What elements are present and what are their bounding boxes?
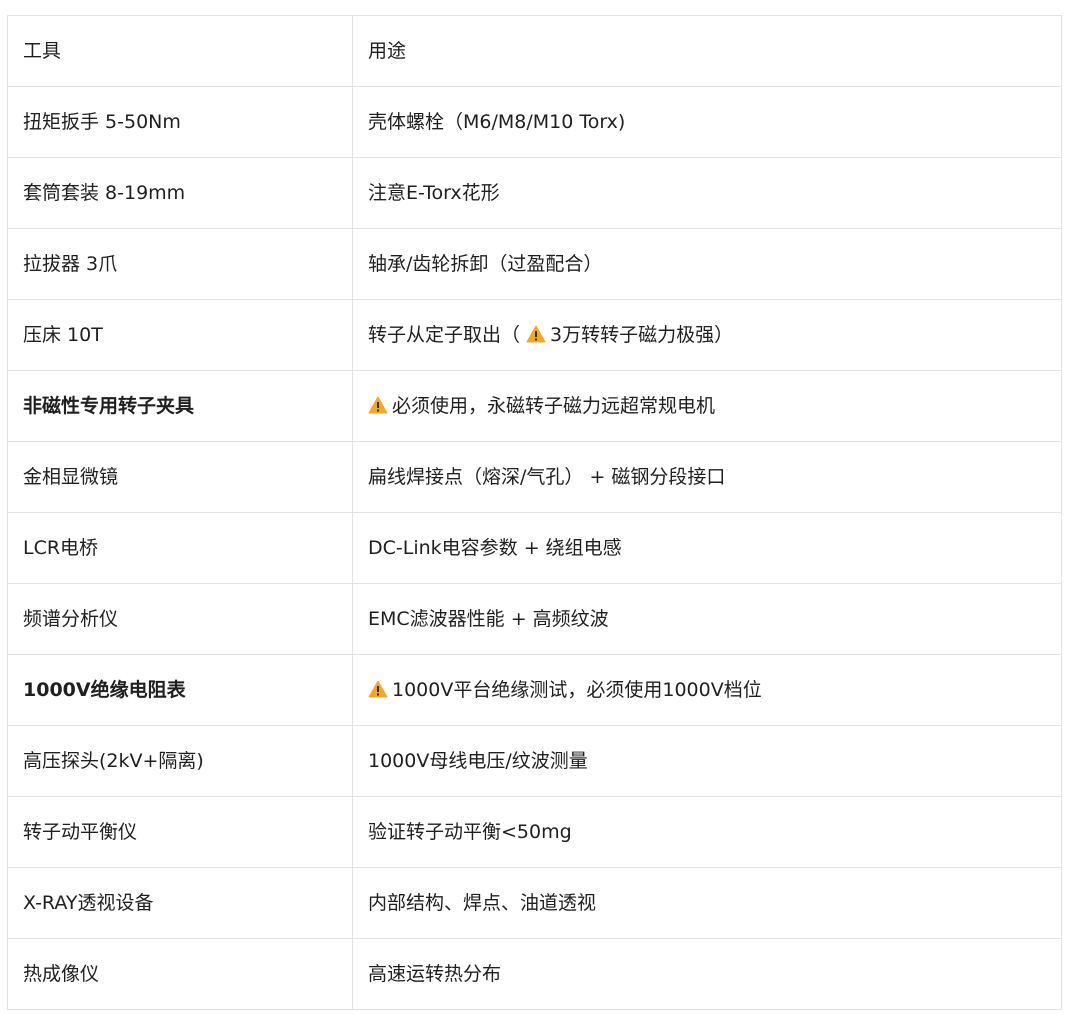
use-text: DC-Link电容参数 + 绕组电感 [368, 537, 622, 559]
table-row: LCR电桥 DC-Link电容参数 + 绕组电感 [7, 512, 1062, 584]
tools-table-body: 工具 用途 扭矩扳手 5-50Nm 壳体螺栓（M6/M8/M10 Torx) 套筒套… [7, 15, 1062, 1010]
warning-icon [368, 396, 388, 414]
use-cell: 高速运转热分布 [352, 938, 1062, 1010]
tool-cell: 高压探头(2kV+隔离) [7, 725, 353, 797]
tool-cell: 金相显微镜 [7, 441, 353, 513]
tool-cell: X-RAY透视设备 [7, 867, 353, 939]
use-cell: 轴承/齿轮拆卸（过盈配合） [352, 228, 1062, 300]
table-row: 频谱分析仪 EMC滤波器性能 + 高频纹波 [7, 583, 1062, 655]
tool-cell: 非磁性专用转子夹具 [7, 370, 353, 442]
use-text: 验证转子动平衡<50mg [368, 821, 572, 843]
tool-cell: 压床 10T [7, 299, 353, 371]
use-text: 壳体螺栓（M6/M8/M10 Torx) [368, 111, 626, 133]
tool-cell: 套筒套装 8-19mm [7, 157, 353, 229]
warning-icon [526, 325, 546, 343]
table-row: 套筒套装 8-19mm 注意E-Torx花形 [7, 157, 1062, 229]
use-text: 转子从定子取出（ [368, 324, 527, 346]
warning-icon [368, 680, 388, 698]
use-cell: EMC滤波器性能 + 高频纹波 [352, 583, 1062, 655]
tools-table-wrapper: 工具 用途 扭矩扳手 5-50Nm 壳体螺栓（M6/M8/M10 Torx) 套筒套… [7, 15, 1062, 1010]
use-text: EMC滤波器性能 + 高频纹波 [368, 608, 609, 630]
use-text-after-icon: 1000V平台绝缘测试，必须使用1000V档位 [392, 679, 762, 701]
use-cell: 扁线焊接点（熔深/气孔） + 磁钢分段接口 [352, 441, 1062, 513]
use-text: 1000V母线电压/纹波测量 [368, 750, 588, 772]
use-text-after-icon: 必须使用，永磁转子磁力远超常规电机 [392, 395, 716, 417]
table-row: 转子动平衡仪 验证转子动平衡<50mg [7, 796, 1062, 868]
table-row: 高压探头(2kV+隔离) 1000V母线电压/纹波测量 [7, 725, 1062, 797]
use-text: 注意E-Torx花形 [368, 182, 500, 204]
tool-cell: LCR电桥 [7, 512, 353, 584]
use-cell: 必须使用，永磁转子磁力远超常规电机 [352, 370, 1062, 442]
tool-cell: 拉拔器 3爪 [7, 228, 353, 300]
tool-cell: 1000V绝缘电阻表 [7, 654, 353, 726]
tools-table: 工具 用途 扭矩扳手 5-50Nm 壳体螺栓（M6/M8/M10 Torx) 套筒套… [7, 15, 1062, 1010]
tool-cell: 热成像仪 [7, 938, 353, 1010]
header-tool: 工具 [7, 15, 353, 87]
table-row: 金相显微镜 扁线焊接点（熔深/气孔） + 磁钢分段接口 [7, 441, 1062, 513]
use-cell: 内部结构、焊点、油道透视 [352, 867, 1062, 939]
use-cell: 1000V平台绝缘测试，必须使用1000V档位 [352, 654, 1062, 726]
table-row: 扭矩扳手 5-50Nm 壳体螺栓（M6/M8/M10 Torx) [7, 86, 1062, 158]
table-row: 1000V绝缘电阻表 1000V平台绝缘测试，必须使用1000V档位 [7, 654, 1062, 726]
table-row: 压床 10T 转子从定子取出（ 3万转转子磁力极强） [7, 299, 1062, 371]
use-cell: 壳体螺栓（M6/M8/M10 Torx) [352, 86, 1062, 158]
table-header-row: 工具 用途 [7, 15, 1062, 87]
header-use: 用途 [352, 15, 1062, 87]
use-text: 轴承/齿轮拆卸（过盈配合） [368, 253, 603, 275]
use-text: 扁线焊接点（熔深/气孔） + 磁钢分段接口 [368, 466, 726, 488]
tool-cell: 转子动平衡仪 [7, 796, 353, 868]
table-row: X-RAY透视设备 内部结构、焊点、油道透视 [7, 867, 1062, 939]
use-cell: DC-Link电容参数 + 绕组电感 [352, 512, 1062, 584]
use-cell: 验证转子动平衡<50mg [352, 796, 1062, 868]
use-cell: 1000V母线电压/纹波测量 [352, 725, 1062, 797]
table-row: 拉拔器 3爪 轴承/齿轮拆卸（过盈配合） [7, 228, 1062, 300]
tool-cell: 扭矩扳手 5-50Nm [7, 86, 353, 158]
use-cell: 注意E-Torx花形 [352, 157, 1062, 229]
table-row: 热成像仪 高速运转热分布 [7, 938, 1062, 1010]
use-text: 内部结构、焊点、油道透视 [368, 892, 597, 914]
use-text: 高速运转热分布 [368, 963, 502, 985]
table-row: 非磁性专用转子夹具 必须使用，永磁转子磁力远超常规电机 [7, 370, 1062, 442]
use-cell: 转子从定子取出（ 3万转转子磁力极强） [352, 299, 1062, 371]
tool-cell: 频谱分析仪 [7, 583, 353, 655]
use-text-after-icon: 3万转转子磁力极强） [550, 324, 734, 346]
